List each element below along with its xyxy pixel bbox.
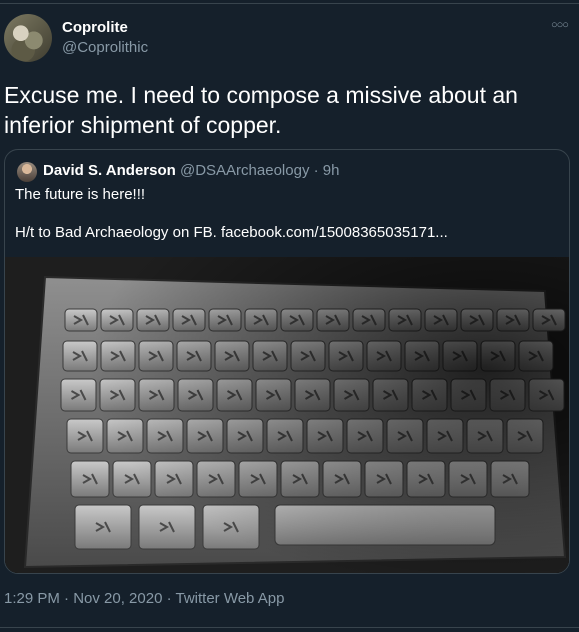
quoted-tweet-header: David S. Anderson @DSAArchaeology · 9h (43, 162, 339, 179)
quoted-tweet[interactable]: David S. Anderson @DSAArchaeology · 9h T… (4, 149, 570, 574)
quoted-author-name: David S. Anderson (43, 162, 176, 179)
quoted-separator: · (313, 162, 319, 179)
quoted-age: 9h (322, 162, 340, 179)
quoted-author-avatar (17, 162, 37, 182)
cuneiform-keyboard-image (5, 257, 569, 573)
keyboard-photo[interactable] (5, 257, 569, 573)
tweet-text: Excuse me. I need to compose a missive a… (4, 82, 518, 138)
bottom-divider (0, 627, 579, 628)
top-divider (0, 3, 579, 4)
quoted-text-line-2: H/t to Bad Archaeology on FB. facebook.c… (15, 224, 448, 241)
quoted-author-handle: @DSAArchaeology (179, 162, 310, 179)
quoted-text-line-1: The future is here!!! (15, 186, 146, 203)
more-dots-icon[interactable]: ○○○ (551, 19, 569, 31)
tweet-timestamp[interactable]: 1:29 PM · Nov 20, 2020 · Twitter Web App (4, 590, 284, 607)
author-display-name[interactable]: Coprolite (62, 19, 128, 36)
author-handle[interactable]: @Coprolithic (62, 39, 148, 56)
author-avatar[interactable] (4, 14, 52, 62)
